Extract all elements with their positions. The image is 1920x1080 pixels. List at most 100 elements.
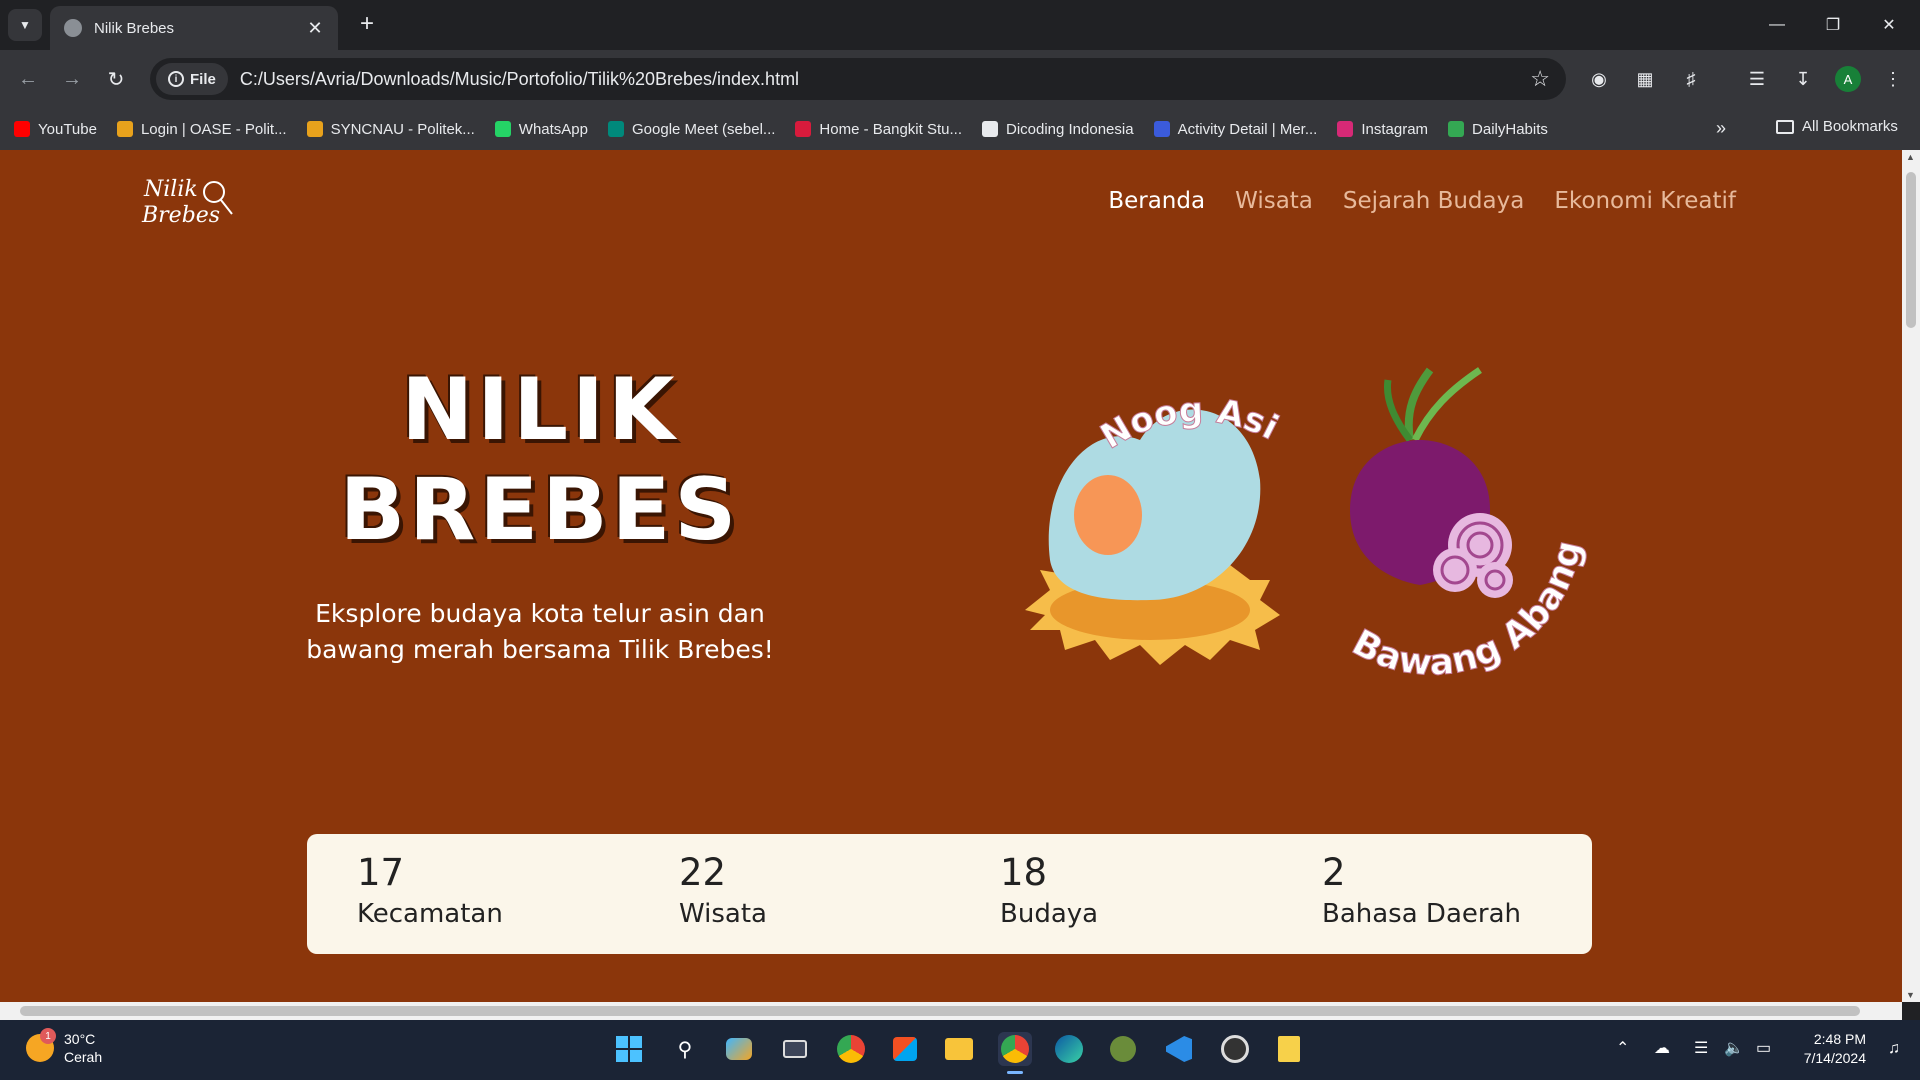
wifi-icon[interactable]: ☰ (1694, 1038, 1708, 1058)
bookmark-favicon-icon (608, 121, 624, 137)
minimize-button[interactable]: — (1750, 8, 1804, 42)
bookmark-item[interactable]: Home - Bangkit Stu... (795, 121, 962, 138)
clock-time: 2:48 PM (1813, 1031, 1866, 1047)
bookmark-label: Activity Detail | Mer... (1177, 120, 1318, 138)
bookmark-item[interactable]: SYNCNAU - Politek... (306, 120, 475, 138)
stats-card: 17 Kecamatan 22 Wisata 18 Budaya 2 Bahasa Daera… (307, 834, 1592, 954)
bookmarks-overflow-button[interactable]: » (1716, 118, 1726, 139)
hero-title: NILIK BREBES (300, 360, 780, 560)
new-tab-button[interactable]: + (352, 10, 382, 40)
stat-number: 2 (1322, 851, 1346, 894)
store-icon[interactable] (888, 1032, 922, 1066)
site-chip-label: File (190, 70, 216, 88)
bookmark-favicon-icon (14, 121, 30, 137)
extension-icon[interactable]: ◉ (1584, 64, 1614, 94)
stat-label: Budaya (1000, 899, 1099, 929)
chrome-profile-icon[interactable] (998, 1032, 1032, 1066)
vscode-icon[interactable] (1162, 1032, 1196, 1066)
stat-item: 22 Wisata (679, 850, 767, 932)
logo-graphic: Nilik Brebes (141, 177, 233, 228)
battery-icon[interactable]: ▭ (1756, 1038, 1771, 1058)
bookmark-item[interactable]: Instagram (1337, 121, 1428, 138)
chevron-down-icon: ▼ (19, 18, 31, 32)
bookmark-label: DailyHabits (1472, 120, 1548, 138)
stat-item: 2 Bahasa Daerah (1322, 850, 1521, 932)
copilot-icon[interactable] (722, 1032, 756, 1066)
stat-number: 22 (679, 851, 727, 894)
bookmark-item[interactable]: WhatsApp (494, 121, 588, 138)
notification-bell-icon[interactable]: ♫ (1888, 1040, 1900, 1058)
bookmark-label: YouTube (38, 120, 97, 138)
close-window-button[interactable]: ✕ (1862, 8, 1916, 42)
bookmark-item[interactable]: Google Meet (sebel... (608, 121, 775, 138)
scroll-up-icon[interactable]: ▲ (1906, 152, 1915, 162)
menu-icon[interactable]: ⋮ (1878, 64, 1908, 94)
edge-icon[interactable] (1052, 1032, 1086, 1066)
site-logo[interactable]: Nilik Brebes (140, 170, 240, 234)
bookmarks-bar: YouTube Login | OASE - Polit... SYNCNAU - … (0, 108, 1920, 150)
bookmark-item[interactable]: Dicoding Indonesia (981, 121, 1134, 138)
task-view-icon[interactable] (778, 1032, 812, 1066)
nav-link-wisata[interactable]: Wisata (1235, 188, 1313, 214)
nav-link-sejarah-budaya[interactable]: Sejarah Budaya (1343, 188, 1524, 214)
start-button[interactable] (612, 1032, 646, 1066)
stat-label: Bahasa Daerah (1322, 899, 1521, 929)
address-bar[interactable]: i File C:/Users/Avria/Downloads/Music/Po… (150, 58, 1566, 100)
bookmark-favicon-icon (116, 121, 133, 137)
bookmark-favicon-icon (1153, 121, 1170, 137)
translate-icon[interactable]: ▦ (1630, 64, 1660, 94)
download-icon[interactable]: ↧ (1788, 64, 1818, 94)
sun-icon: 1 (26, 1028, 56, 1062)
windows-icon (616, 1036, 642, 1062)
system-clock[interactable]: 2:48 PM 7/14/2024 (1804, 1030, 1866, 1068)
horizontal-scrollbar[interactable] (0, 1002, 1902, 1020)
profile-avatar[interactable]: A (1835, 66, 1861, 92)
bookmark-label: SYNCNAU - Politek... (330, 120, 475, 138)
puzzle-icon[interactable]: ♯ (1676, 64, 1706, 94)
onedrive-icon[interactable]: ☁ (1654, 1038, 1670, 1058)
media-control-icon[interactable]: ☰ (1742, 64, 1772, 94)
reload-button[interactable]: ↻ (100, 63, 132, 95)
sticky-notes-icon[interactable] (1272, 1032, 1306, 1066)
bookmark-item[interactable]: YouTube (14, 121, 97, 138)
back-button[interactable]: ← (12, 63, 44, 95)
nav-link-ekonomi-kreatif[interactable]: Ekonomi Kreatif (1554, 188, 1736, 214)
forward-button[interactable]: → (56, 63, 88, 95)
chrome-icon[interactable] (834, 1032, 868, 1066)
bookmark-favicon-icon (1337, 121, 1354, 137)
bookmark-star-icon[interactable]: ☆ (1530, 66, 1550, 92)
all-bookmarks-button[interactable]: All Bookmarks (1776, 118, 1898, 135)
show-hidden-icons[interactable]: ⌃ (1616, 1038, 1629, 1058)
bookmark-item[interactable]: Activity Detail | Mer... (1153, 120, 1318, 138)
bookmark-item[interactable]: Login | OASE - Polit... (116, 120, 287, 138)
search-icon[interactable]: ⚲ (668, 1032, 702, 1066)
horizontal-scroll-thumb[interactable] (20, 1006, 1860, 1016)
folder-icon (1776, 119, 1794, 134)
active-tab[interactable]: Nilik Brebes ✕ (50, 6, 338, 50)
arrow-right-icon: → (62, 67, 82, 90)
vertical-scrollbar[interactable]: ▲ ▼ (1902, 150, 1920, 1002)
media-player-icon[interactable] (1218, 1032, 1252, 1066)
hero-title-line-1: NILIK (401, 360, 679, 460)
nav-link-beranda[interactable]: Beranda (1108, 188, 1205, 214)
bookmark-item[interactable]: DailyHabits (1448, 121, 1548, 138)
scroll-down-icon[interactable]: ▼ (1906, 990, 1915, 1000)
weather-desc: Cerah (64, 1049, 103, 1065)
game-app-icon[interactable] (1106, 1032, 1140, 1066)
hero-title-line-2: BREBES (339, 460, 741, 560)
all-bookmarks-label: All Bookmarks (1802, 118, 1898, 135)
tab-search-button[interactable]: ▼ (8, 9, 42, 41)
bookmark-label: Login | OASE - Polit... (140, 120, 287, 138)
restore-button[interactable]: ❐ (1806, 8, 1860, 42)
bookmark-favicon-icon (306, 121, 323, 137)
close-tab-icon[interactable]: ✕ (304, 18, 326, 39)
site-info-chip[interactable]: i File (156, 63, 228, 95)
vertical-scroll-thumb[interactable] (1906, 172, 1916, 328)
volume-icon[interactable]: 🔈 (1724, 1038, 1744, 1058)
taskbar: 1 30°C Cerah ⚲ ⌃ ☁ ☰ 🔈 ▭ 2:48 PM 7/14/20… (0, 1020, 1920, 1080)
url-text[interactable]: C:/Users/Avria/Downloads/Music/Portofoli… (240, 69, 1530, 90)
file-explorer-icon[interactable] (942, 1032, 976, 1066)
weather-widget[interactable]: 1 30°C Cerah (26, 1028, 103, 1066)
clock-date: 7/14/2024 (1803, 1050, 1866, 1066)
arrow-left-icon: ← (18, 67, 38, 90)
